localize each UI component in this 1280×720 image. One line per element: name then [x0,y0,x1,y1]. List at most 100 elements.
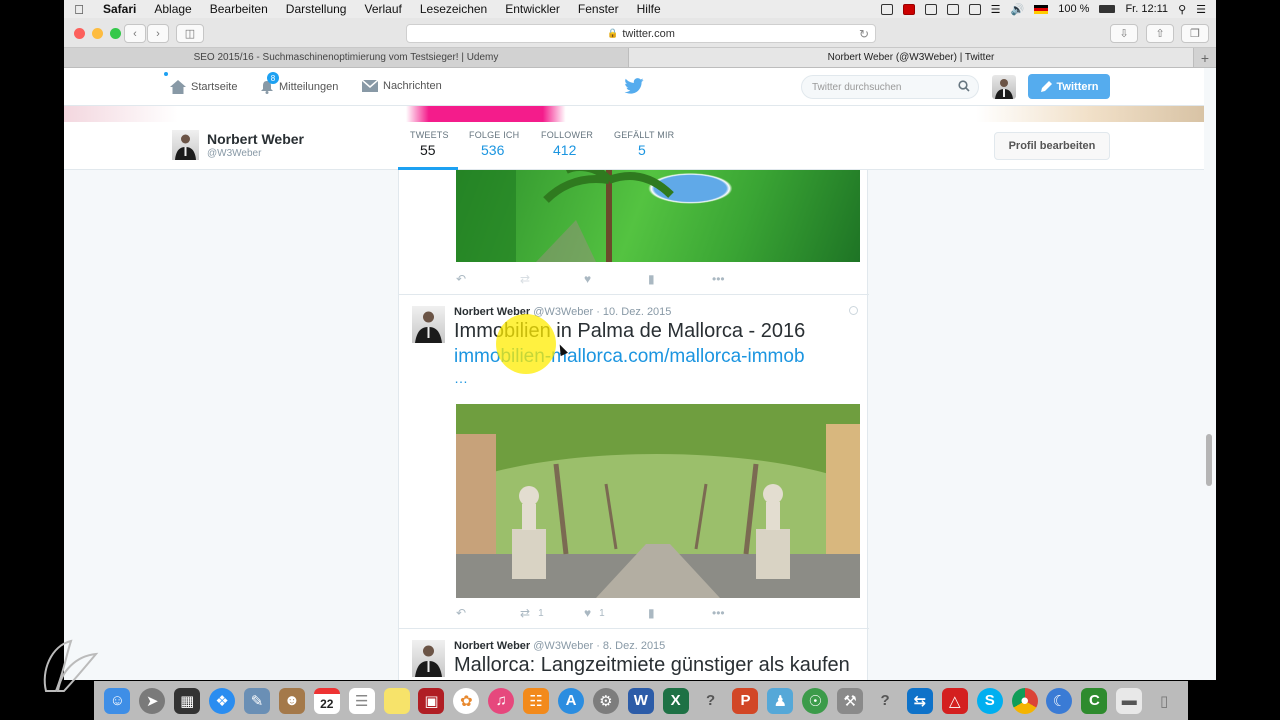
tweet-link-ellipsis[interactable]: … [454,370,469,386]
stat-followers[interactable]: FOLLOWER 412 [541,130,593,158]
tweet-author-avatar[interactable] [412,306,445,343]
contacts-icon[interactable]: ☻ [278,687,305,714]
reply-icon[interactable]: ↶ [456,272,520,286]
powerpoint-icon[interactable]: P [732,687,759,714]
menu-fenster[interactable]: Fenster [569,2,628,16]
skype-icon[interactable]: S [976,687,1003,714]
more-icon[interactable]: ••• [712,606,776,620]
tabs-overview-button[interactable]: ❐ [1181,24,1209,43]
sidebar-toggle-button[interactable]: ◫ [176,24,204,43]
notification-center-icon[interactable]: ☰ [1196,3,1206,16]
reminders-icon[interactable]: ☰ [348,687,375,714]
camtasia-icon[interactable]: C [1081,687,1108,714]
family-icon[interactable]: ♟ [767,687,794,714]
menu-safari[interactable]: Safari [94,2,145,16]
page-scrollbar-thumb[interactable] [1206,434,1212,486]
tab-twitter[interactable]: Norbert Weber (@W3Weber) | Twitter [629,48,1194,67]
tweet-author-name[interactable]: Norbert Weber [454,640,530,652]
menubar-clock[interactable]: Fr. 12:11 [1125,3,1168,15]
globe-icon[interactable]: ☉ [802,687,829,714]
tweet-compose-button[interactable]: Twittern [1028,74,1110,99]
excel-icon[interactable]: X [662,687,689,714]
photos-icon[interactable]: ✿ [453,687,480,714]
new-tab-button[interactable]: + [1194,48,1216,67]
flag-de-icon[interactable] [1034,4,1049,14]
calendar-icon[interactable]: 22 [313,687,340,714]
menu-entwickler[interactable]: Entwickler [496,2,569,16]
stat-tweets[interactable]: TWEETS 55 [410,130,449,158]
profile-handle[interactable]: @W3Weber [207,148,261,159]
more-icon[interactable]: ••• [712,272,776,286]
tweet-media-palma[interactable] [456,404,860,598]
ibooks-icon[interactable]: ☷ [523,687,550,714]
battery-status[interactable]: 100 % [1058,3,1089,15]
apple-icon[interactable]:  [64,2,94,17]
menu-verlauf[interactable]: Verlauf [355,2,410,16]
wifi-icon[interactable]: ☰ [991,3,1001,16]
tray-app-icon[interactable] [902,3,915,15]
system-preferences-icon[interactable]: ⚙ [592,687,619,714]
back-button[interactable]: ‹ [124,24,146,43]
like-icon[interactable]: ♥ [584,272,648,286]
menu-darstellung[interactable]: Darstellung [277,2,356,16]
menu-ablage[interactable]: Ablage [145,2,200,16]
like-button[interactable]: ♥ 1 [584,606,648,620]
analytics-icon[interactable]: ▮ [648,272,712,286]
notes-icon[interactable] [383,687,410,714]
help-icon[interactable]: ? [872,688,898,714]
profile-avatar[interactable] [172,130,199,160]
spotlight-icon[interactable]: ⚲ [1178,3,1186,16]
menu-lesezeichen[interactable]: Lesezeichen [411,2,496,16]
teamviewer-icon[interactable]: ⇆ [906,687,933,714]
address-bar[interactable]: 🔒 twitter.com ↻ [406,24,876,43]
finder-icon[interactable]: ☺ [104,687,131,714]
launchpad-icon[interactable]: ➤ [139,687,166,714]
tweet-date[interactable]: · 8. Dez. 2015 [596,640,665,652]
reply-icon[interactable]: ↶ [456,606,520,620]
acrobat-icon[interactable]: △ [941,687,968,714]
edit-profile-button[interactable]: Profil bearbeiten [994,132,1110,160]
search-icon[interactable] [958,80,970,92]
tray-app-icon[interactable] [924,3,937,15]
nav-messages[interactable]: Nachrichten [362,80,442,92]
zoom-window-button[interactable] [110,28,121,39]
tweet-media-garden[interactable] [456,170,860,262]
tweet-author-avatar[interactable] [412,640,445,677]
analytics-icon[interactable]: ▮ [648,606,712,620]
tweet-date[interactable]: · 10. Dez. 2015 [596,306,671,318]
photo-booth-icon[interactable]: ▣ [418,687,445,714]
mission-control-icon[interactable]: ▦ [174,687,201,714]
forward-button[interactable]: › [147,24,169,43]
reload-icon[interactable]: ↻ [859,27,869,41]
retweet-icon[interactable]: ⇄ [520,272,584,286]
close-window-button[interactable] [74,28,85,39]
downloads-folder-icon[interactable]: ▬ [1116,687,1143,714]
app-store-icon[interactable]: A [558,687,585,714]
nav-home[interactable]: Startseite [170,80,237,94]
safari-icon[interactable]: ❖ [209,687,236,714]
retweet-button[interactable]: ⇄ 1 [520,606,584,620]
user-avatar-menu[interactable] [992,75,1016,99]
tweet-author-handle[interactable]: @W3Weber [533,306,593,318]
stat-following[interactable]: FOLGE ICH 536 [469,130,519,158]
tools-icon[interactable]: ⚒ [837,687,864,714]
twitter-bird-logo[interactable] [624,78,644,97]
minimize-window-button[interactable] [92,28,103,39]
preview-icon[interactable]: ✎ [244,687,270,714]
help-icon[interactable]: ? [698,688,724,714]
stat-likes[interactable]: GEFÄLLT MIR 5 [614,130,674,158]
trash-icon[interactable]: ▯ [1151,688,1177,714]
share-button[interactable]: ⇧ [1146,24,1174,43]
world-icon[interactable]: ☾ [1046,687,1073,714]
chrome-icon[interactable]: ● [1011,687,1038,714]
volume-icon[interactable]: 🔊 [1011,3,1025,16]
tweet-author-handle[interactable]: @W3Weber [533,640,593,652]
menu-bearbeiten[interactable]: Bearbeiten [201,2,277,16]
dropbox-icon[interactable] [946,3,959,15]
menu-hilfe[interactable]: Hilfe [628,2,670,16]
tweet-menu-icon[interactable] [849,306,858,315]
tab-udemy[interactable]: SEO 2015/16 - Suchmaschinenoptimierung v… [64,48,629,67]
word-icon[interactable]: W [627,687,654,714]
profile-name[interactable]: Norbert Weber [207,131,304,147]
twitter-search-input[interactable]: Twitter durchsuchen [801,75,979,99]
